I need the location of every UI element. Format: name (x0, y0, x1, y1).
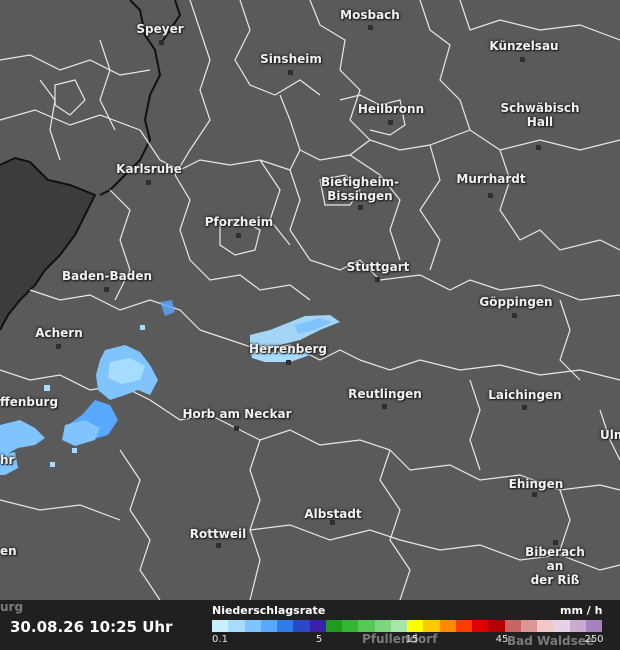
legend-swatch (472, 620, 489, 632)
weather-radar-map[interactable]: Mosbach Speyer Sinsheim Künzelsau Heilbr… (0, 0, 620, 650)
city-dot (536, 145, 541, 150)
city-label: Schwäbisch Hall (500, 101, 580, 129)
legend-tick: 45 (495, 634, 509, 645)
city-label: Horb am Neckar (182, 407, 292, 421)
city-dot (236, 233, 241, 238)
precipitation-color-scale (212, 620, 602, 632)
city-dot (522, 405, 527, 410)
legend-swatch (423, 620, 440, 632)
city-label: Reutlingen (348, 387, 422, 401)
legend-swatch (293, 620, 310, 632)
legend-swatch (407, 620, 424, 632)
city-label: Laichingen (488, 388, 562, 402)
legend-swatch (520, 620, 537, 632)
city-label: ffenburg (0, 395, 59, 409)
city-label: Ehingen (508, 477, 564, 491)
city-dot (388, 120, 393, 125)
legend-swatch (342, 620, 359, 632)
city-dot (358, 205, 363, 210)
city-label: Ulm (600, 428, 620, 442)
legend-swatch (374, 620, 391, 632)
legend-swatch (358, 620, 375, 632)
timestamp: 30.08.26 10:25 Uhr (10, 618, 173, 636)
city-label: Herrenberg (249, 342, 327, 356)
city-label: Karlsruhe (116, 162, 182, 176)
legend-swatch (439, 620, 456, 632)
legend-tick: 5 (315, 634, 323, 645)
city-label: hr (0, 453, 15, 467)
city-label: Albstadt (304, 507, 362, 521)
legend-swatch (390, 620, 407, 632)
city-dot (286, 360, 291, 365)
legend-swatch (260, 620, 277, 632)
legend-swatch (504, 620, 521, 632)
city-label: Speyer (136, 22, 184, 36)
city-label: Murrhardt (456, 172, 526, 186)
legend-swatch (488, 620, 505, 632)
city-dot (234, 426, 239, 431)
hidden-city-label: Bad Waldsee (507, 634, 595, 648)
city-dot (368, 25, 373, 30)
hidden-city-label: Pfullendorf (362, 632, 438, 646)
legend-swatch (309, 620, 326, 632)
legend-swatch (553, 620, 570, 632)
city-label: en (0, 544, 17, 558)
city-label: Stuttgart (346, 260, 410, 274)
legend-swatch (585, 620, 602, 632)
legend-title: Niederschlagsrate (212, 604, 326, 617)
city-dot (159, 40, 164, 45)
city-dot (488, 193, 493, 198)
legend-swatch (537, 620, 554, 632)
legend-unit: mm / h (560, 604, 603, 617)
city-dot (288, 70, 293, 75)
city-dot (520, 57, 525, 62)
city-label: Pforzheim (204, 215, 274, 229)
legend-tick: 15 (405, 634, 419, 645)
city-label: Heilbronn (357, 102, 425, 116)
city-label: Mosbach (340, 8, 400, 22)
legend-swatch (325, 620, 342, 632)
city-dot (146, 180, 151, 185)
legend-swatch (455, 620, 472, 632)
legend-tick: 250 (584, 634, 604, 645)
city-dot (512, 313, 517, 318)
city-label: Sinsheim (260, 52, 322, 66)
city-label: Bietigheim- Bissingen (320, 175, 400, 203)
legend-swatch (212, 620, 229, 632)
legend-swatch (569, 620, 586, 632)
city-dot (375, 277, 380, 282)
city-dot (382, 404, 387, 409)
legend-swatch (228, 620, 245, 632)
city-label: Künzelsau (489, 39, 559, 53)
legend-tick: 0.1 (212, 634, 228, 645)
city-label: Biberach an der Riß (525, 545, 585, 587)
legend-swatch (277, 620, 294, 632)
hidden-city-label: urg (0, 600, 24, 614)
city-label: Achern (35, 326, 83, 340)
city-dot (56, 344, 61, 349)
city-dot (216, 543, 221, 548)
legend-swatch (244, 620, 261, 632)
city-dot (532, 492, 537, 497)
city-label: Göppingen (479, 295, 553, 309)
city-label: Rottweil (189, 527, 247, 541)
city-dot (104, 287, 109, 292)
city-label: Baden-Baden (61, 269, 153, 283)
